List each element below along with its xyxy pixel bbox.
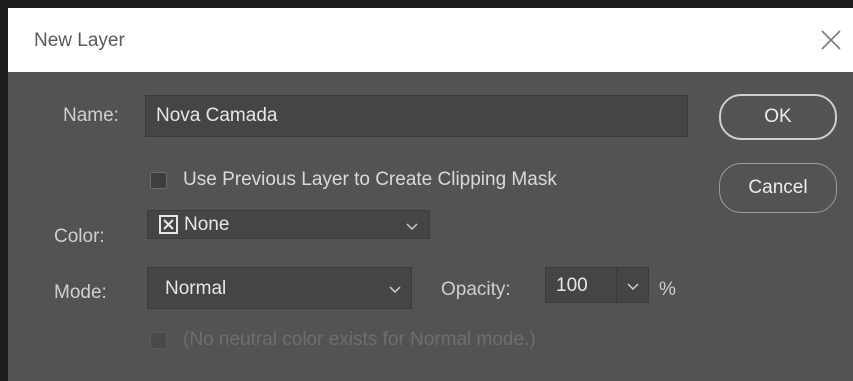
color-label: Color: xyxy=(54,226,105,247)
color-value: None xyxy=(184,214,230,235)
clipping-mask-label[interactable]: Use Previous Layer to Create Clipping Ma… xyxy=(183,169,557,191)
opacity-value[interactable]: 100 xyxy=(556,275,588,297)
chevron-down-icon xyxy=(406,223,418,231)
mode-label: Mode: xyxy=(54,282,107,303)
x-box-icon xyxy=(159,215,178,234)
chevron-down-icon[interactable] xyxy=(627,283,639,291)
mode-select[interactable]: Normal xyxy=(147,267,412,309)
mode-value: Normal xyxy=(165,278,227,299)
neutral-color-label: (No neutral color exists for Normal mode… xyxy=(183,329,536,350)
chevron-down-icon xyxy=(389,286,401,294)
cancel-button[interactable]: Cancel xyxy=(719,163,837,213)
close-icon[interactable] xyxy=(817,26,845,54)
name-input[interactable] xyxy=(145,95,688,137)
clipping-mask-checkbox[interactable] xyxy=(150,172,167,189)
color-select[interactable]: None xyxy=(147,210,430,239)
opacity-field[interactable]: 100 xyxy=(545,267,649,303)
neutral-color-checkbox xyxy=(150,332,167,349)
dialog-title: New Layer xyxy=(34,30,125,51)
opacity-divider xyxy=(616,268,617,302)
new-layer-dialog: New Layer Name: Use Previous Layer to Cr… xyxy=(8,8,853,381)
opacity-label: Opacity: xyxy=(441,279,511,300)
ok-button[interactable]: OK xyxy=(719,94,837,140)
name-label: Name: xyxy=(63,105,119,126)
dialog-titlebar: New Layer xyxy=(8,8,853,72)
opacity-unit: % xyxy=(659,279,676,300)
